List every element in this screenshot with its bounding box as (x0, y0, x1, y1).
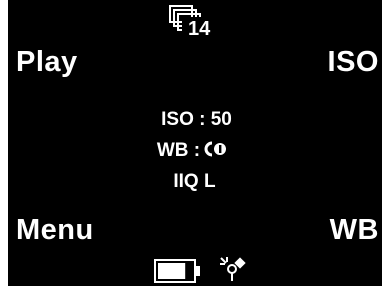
custom-wb-icon (204, 141, 228, 161)
camera-display: 14 Play ISO Menu WB ISO : 50 WB : IIQ L (0, 0, 385, 289)
image-count: 14 (188, 18, 211, 40)
image-count-indicator: 14 (168, 4, 238, 40)
wb-status: WB : (0, 141, 385, 161)
iso-status: ISO : 50 (161, 109, 232, 130)
image-quality-status: IIQ L (173, 171, 216, 192)
menu-button[interactable]: Menu (16, 216, 94, 245)
play-button[interactable]: Play (16, 48, 78, 77)
battery-icon (154, 259, 202, 288)
wb-button[interactable]: WB (330, 216, 379, 245)
iso-button[interactable]: ISO (328, 48, 379, 77)
wb-status-label: WB : (156, 140, 201, 161)
firewire-icon (218, 255, 246, 288)
